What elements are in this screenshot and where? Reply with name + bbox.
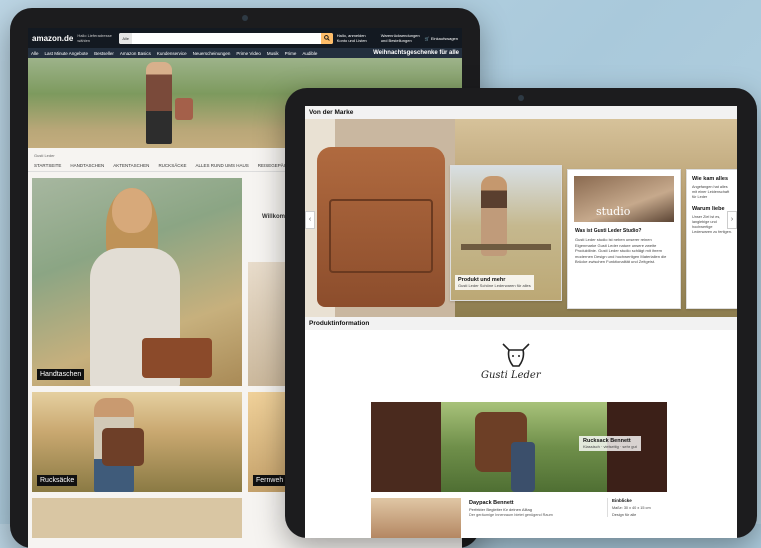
- product-banner[interactable]: Rucksack Bennett Klassisch · vielseitig …: [371, 402, 667, 492]
- cart-icon: 🛒: [424, 35, 430, 41]
- card-title: Warum liebe: [692, 206, 725, 212]
- goat-logo-icon: [502, 343, 530, 367]
- card-text: Angefangen hat alles mit einer Leidensch…: [692, 185, 730, 199]
- nav-item[interactable]: Musik: [267, 51, 279, 56]
- details-title: Einblicke: [612, 498, 632, 503]
- delivery-location[interactable]: Hallo Lieferadresse wählen: [77, 33, 115, 43]
- front-tablet: Von der Marke Produkt und mehr Gusti Led…: [285, 88, 757, 538]
- nav-item[interactable]: Kundenservice: [157, 51, 187, 56]
- carousel-prev-button[interactable]: ‹: [305, 211, 315, 229]
- card-caption: Produkt und mehr Gusti Leder Schöne Lede…: [455, 275, 534, 290]
- cart-label: Einkaufswagen: [430, 35, 458, 41]
- banner-subtitle: Klassisch · vielseitig · sehr gut: [583, 444, 637, 449]
- tile-image[interactable]: [32, 498, 242, 538]
- handbag-image: [317, 147, 445, 307]
- store-tab[interactable]: RUCKSÄCKE: [158, 163, 186, 168]
- nav-item[interactable]: Neuerscheinungen: [193, 51, 231, 56]
- search-bar[interactable]: Alle: [119, 32, 333, 44]
- model-figure: [511, 442, 535, 492]
- daypack-title: Daypack Bennett: [469, 500, 514, 506]
- card-title: Wie kam alles: [692, 176, 729, 182]
- amazon-header: amazon.de Hallo Lieferadresse wählen All…: [28, 28, 462, 48]
- backpack-image: [102, 428, 144, 466]
- brand-logo-text: Gusti Leder: [481, 370, 541, 381]
- carousel-next-button[interactable]: ›: [727, 211, 737, 229]
- brand-card-story[interactable]: Wie kam alles Angefangen hat alles mit e…: [686, 169, 737, 309]
- store-tab[interactable]: STARTSEITE: [34, 163, 61, 168]
- cart-link[interactable]: 🛒 Einkaufswagen: [425, 36, 458, 41]
- product-page-screen: Von der Marke Produkt und mehr Gusti Led…: [305, 106, 737, 538]
- nav-item[interactable]: Bestseller: [94, 51, 114, 56]
- tile-label: Rucksäcke: [37, 475, 78, 486]
- bench-image: [461, 244, 551, 250]
- daypack-details: Einblicke Maße: 30 x 40 x 15 cm Design f…: [607, 498, 670, 517]
- daypack-text: Der geräumige Innenraum bietet genügend …: [469, 513, 553, 517]
- tile-label: Fernweh: [253, 475, 287, 486]
- search-button[interactable]: [320, 32, 333, 44]
- search-category-select[interactable]: Alle: [119, 32, 133, 44]
- chevron-left-icon: ‹: [308, 216, 312, 223]
- banner-caption: Rucksack Bennett Klassisch · vielseitig …: [579, 436, 641, 451]
- brand-logo-area: Gusti Leder: [305, 330, 737, 400]
- nav-item[interactable]: Last Minute Angebote: [45, 51, 89, 56]
- nav-item[interactable]: Amazon Basics: [120, 51, 151, 56]
- card-text: Unser Ziel ist es, langlebige und hochwe…: [692, 215, 732, 234]
- studio-logo: studio: [596, 205, 631, 218]
- handbag-image: [175, 98, 193, 120]
- studio-image: studio: [574, 176, 674, 222]
- tile-image[interactable]: [248, 262, 288, 386]
- tile-handtaschen[interactable]: Handtaschen: [32, 178, 242, 386]
- search-icon: [323, 35, 330, 41]
- nav-item[interactable]: Alle: [31, 51, 39, 56]
- brand-section-title: Von der Marke: [305, 106, 737, 119]
- amazon-nav-bar: Alle Last Minute Angebote Bestseller Ama…: [28, 48, 462, 58]
- brand-card-products[interactable]: Produkt und mehr Gusti Leder Schöne Lede…: [450, 165, 562, 301]
- orders-link[interactable]: Warenrücksendungen und Bestellungen: [381, 33, 421, 43]
- tile-rucksaecke[interactable]: Rucksäcke: [32, 392, 242, 492]
- store-tab[interactable]: HANDTASCHEN: [70, 163, 104, 168]
- details-item: Maße: 30 x 40 x 15 cm: [612, 506, 651, 510]
- daypack-image[interactable]: [371, 498, 461, 538]
- model-figure: [146, 62, 172, 144]
- store-tab[interactable]: AKTENTASCHEN: [113, 163, 149, 168]
- product-info-title: Produktinformation: [305, 317, 737, 330]
- amazon-logo[interactable]: amazon.de: [32, 34, 73, 43]
- nav-promo[interactable]: Weihnachtsgeschenke für alle: [373, 50, 459, 56]
- model-figure: [72, 188, 212, 386]
- tile-label: Handtaschen: [37, 369, 85, 380]
- chevron-right-icon: ›: [730, 216, 734, 223]
- store-tab[interactable]: ALLES RUND UMS HAUS: [195, 163, 248, 168]
- card-title: Was ist Gusti Leder Studio?: [575, 228, 642, 234]
- camera: [518, 95, 524, 101]
- account-link[interactable]: Hallo, anmelden Konto und Listen: [337, 33, 377, 43]
- details-item: Design für alle: [612, 513, 637, 517]
- card-subtitle: Gusti Leder Schöne Lederwaren für alles: [458, 283, 531, 288]
- nav-item[interactable]: Prime Video: [236, 51, 260, 56]
- handbag-image: [142, 338, 212, 378]
- nav-item[interactable]: Prime: [285, 51, 297, 56]
- brand-carousel: Produkt und mehr Gusti Leder Schöne Lede…: [305, 119, 737, 317]
- daypack-row: Daypack Bennett Perfekter Begleiter für …: [371, 498, 737, 538]
- brand-card-studio[interactable]: studio Was ist Gusti Leder Studio? Gusti…: [567, 169, 681, 309]
- daypack-subtitle: Perfekter Begleiter für deinen Alltag: [469, 507, 532, 512]
- card-text: Gusti Leder studio ist neben unserer rei…: [575, 237, 667, 264]
- nav-item[interactable]: Audible: [302, 51, 317, 56]
- camera: [242, 15, 248, 21]
